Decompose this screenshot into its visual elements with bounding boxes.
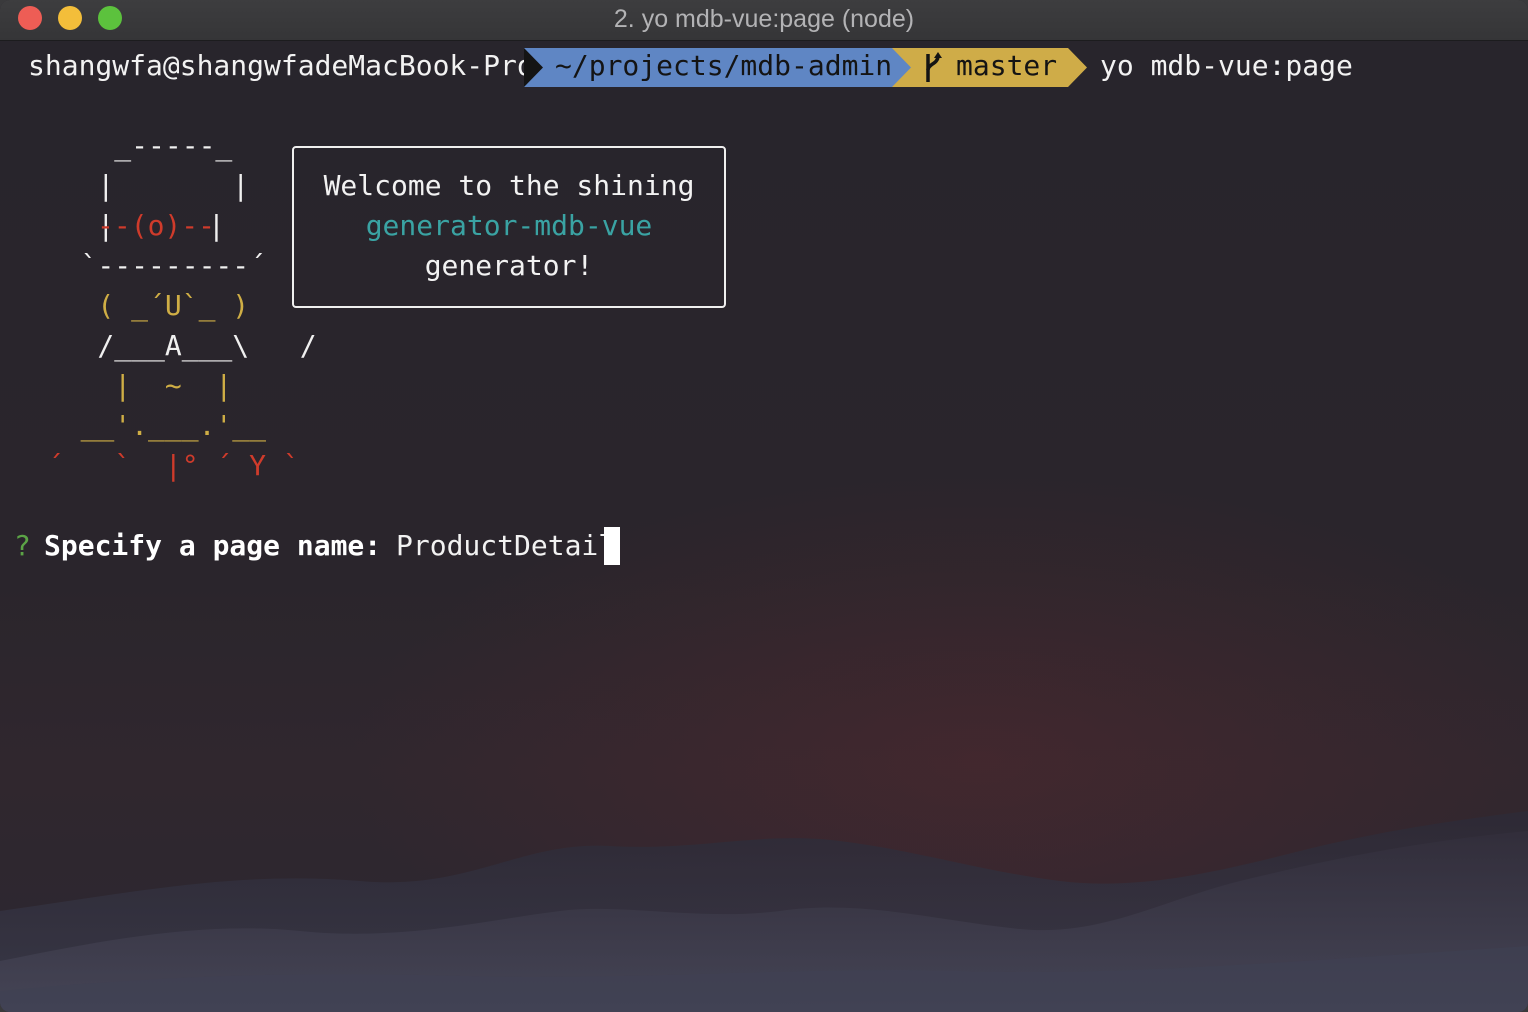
- prompt-path: ~/projects/mdb-admin: [555, 49, 893, 82]
- art-line: | |: [30, 169, 250, 202]
- window-title: 2. yo mdb-vue:page (node): [613, 5, 915, 33]
- welcome-line: Welcome to the shining: [323, 169, 695, 202]
- powerline-arrow-icon: [892, 48, 911, 87]
- prompt-branch: master: [956, 49, 1058, 82]
- welcome-box: Welcome to the shining generator-mdb-vue…: [292, 146, 726, 308]
- generator-name: generator-mdb-vue: [365, 209, 653, 242]
- art-line: |: [208, 209, 225, 242]
- shell-prompt: shangwfa@shangwfadeMacBook-Pro ~/project…: [0, 46, 1528, 87]
- art-line: ´ ` |° ´ Y `: [30, 449, 300, 482]
- welcome-line: generator!: [424, 249, 594, 282]
- art-line: ( _´U`_ ): [30, 289, 250, 322]
- art-line: _-----_: [30, 129, 233, 162]
- prompt-user-host: shangwfa@shangwfadeMacBook-Pro: [28, 49, 534, 82]
- art-eye: --(o)--: [97, 209, 216, 242]
- powerline-arrow-icon: [1068, 48, 1087, 87]
- prompt-command: yo mdb-vue:page: [1100, 49, 1353, 82]
- title-bar: 2. yo mdb-vue:page (node): [0, 0, 1528, 41]
- art-line: /___A___\ /: [30, 329, 317, 362]
- art-line: | ~ |: [30, 369, 233, 402]
- terminal-content[interactable]: shangwfa@shangwfadeMacBook-Pro ~/project…: [0, 41, 1528, 1012]
- powerline-arrow-icon: [524, 48, 543, 87]
- question-label: Specify a page name:: [44, 529, 399, 562]
- question-mark-icon: ?: [14, 529, 31, 562]
- art-line: `---------´: [30, 249, 267, 282]
- text-cursor: [604, 527, 620, 565]
- git-branch-icon: [926, 52, 942, 82]
- terminal-window: 2. yo mdb-vue:page (node) shangwfa@shang…: [0, 0, 1528, 1012]
- page-name-input[interactable]: ProductDetail: [396, 526, 615, 566]
- art-line: __'.___.'__: [30, 409, 267, 442]
